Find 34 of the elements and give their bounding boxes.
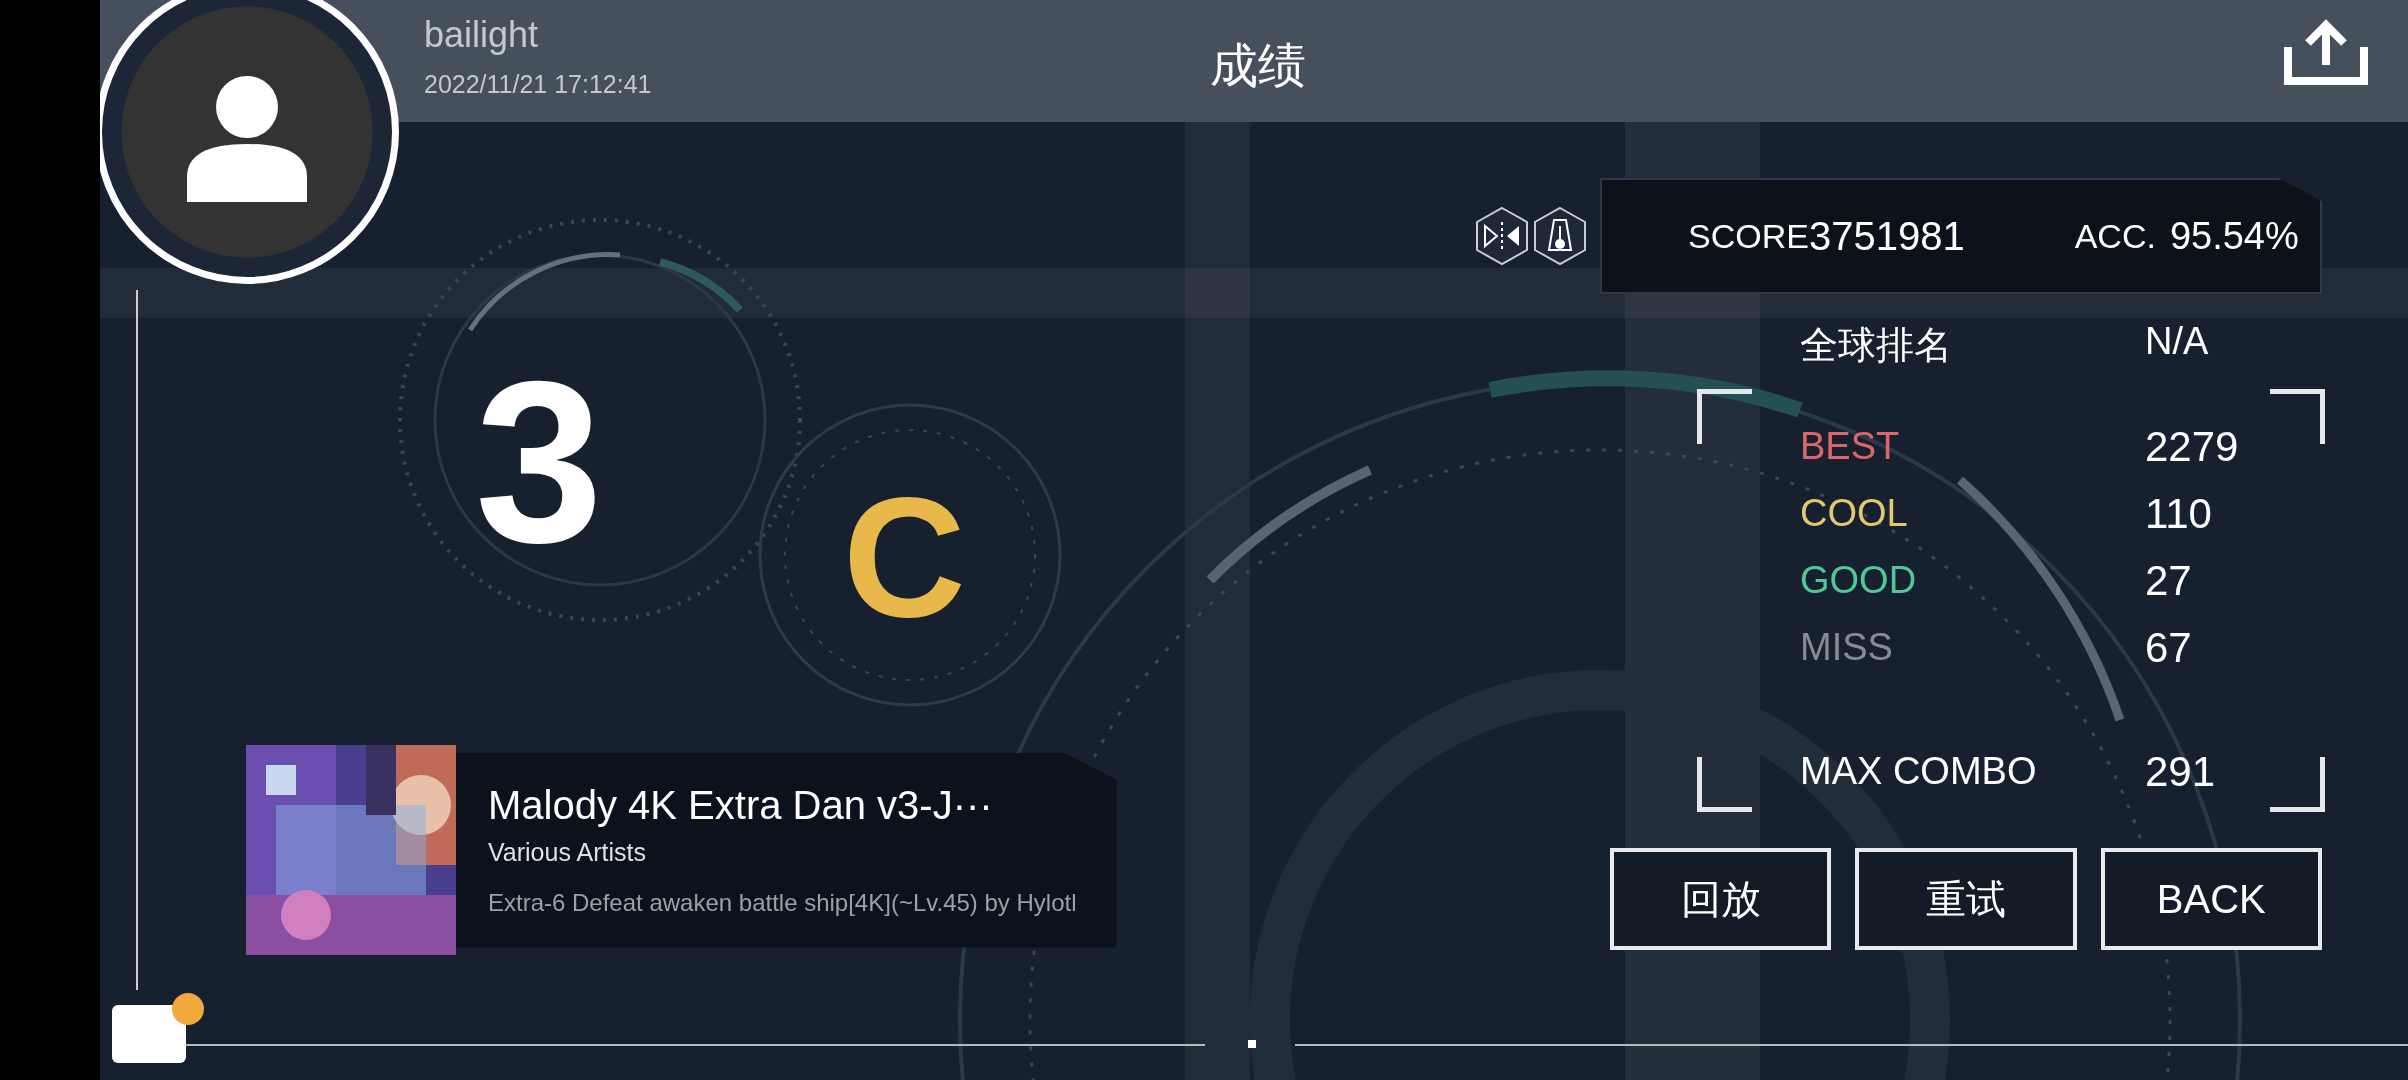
score-value: 3751981	[1808, 213, 1965, 259]
judgement-label: MISS	[1800, 626, 1894, 669]
mirror-icon	[1475, 206, 1529, 266]
page-title: 成绩	[1210, 38, 1306, 94]
corner-bracket	[2270, 389, 2325, 444]
max-combo-value: 291	[2145, 747, 2216, 796]
grade-letter: C	[842, 472, 966, 642]
judgement-count: 27	[2145, 556, 2192, 605]
judgement-count: 2279	[2145, 422, 2239, 471]
judgement-label: COOL	[1800, 492, 1909, 535]
corner-bracket	[2270, 757, 2325, 812]
max-combo-label: MAX COMBO	[1800, 750, 2038, 793]
action-button[interactable]: 重试	[1855, 848, 2077, 950]
judgement-count: 110	[2145, 489, 2212, 538]
global-rank-value: N/A	[2145, 320, 2209, 364]
grade-number: 3	[475, 347, 603, 577]
score-label: SCORE	[1688, 216, 1809, 256]
judgement-label: BEST	[1800, 425, 1901, 468]
accuracy-label: ACC.	[2074, 216, 2156, 256]
accuracy-value: 95.54%	[2169, 214, 2299, 258]
action-button[interactable]: BACK	[2100, 848, 2322, 950]
metronome-icon	[1533, 206, 1587, 266]
corner-bracket	[1697, 389, 1752, 444]
username: bailight	[424, 13, 540, 56]
judgement-count: 67	[2145, 623, 2192, 672]
play-date: 2022/11/21 17:12:41	[424, 69, 652, 99]
judgement-label: GOOD	[1800, 559, 1918, 602]
action-button[interactable]: 回放	[1610, 848, 1832, 950]
song-artist: Various Artists	[488, 838, 647, 867]
corner-bracket	[1697, 757, 1752, 812]
chart-name: Extra-6 Defeat awaken battle ship[4K](~Lv.45) by Hylotl	[488, 889, 1077, 917]
share-icon[interactable]	[2284, 19, 2368, 85]
song-title: Malody 4K Extra Dan v3-J···	[488, 783, 994, 828]
global-rank-label: 全球排名	[1800, 323, 1953, 368]
